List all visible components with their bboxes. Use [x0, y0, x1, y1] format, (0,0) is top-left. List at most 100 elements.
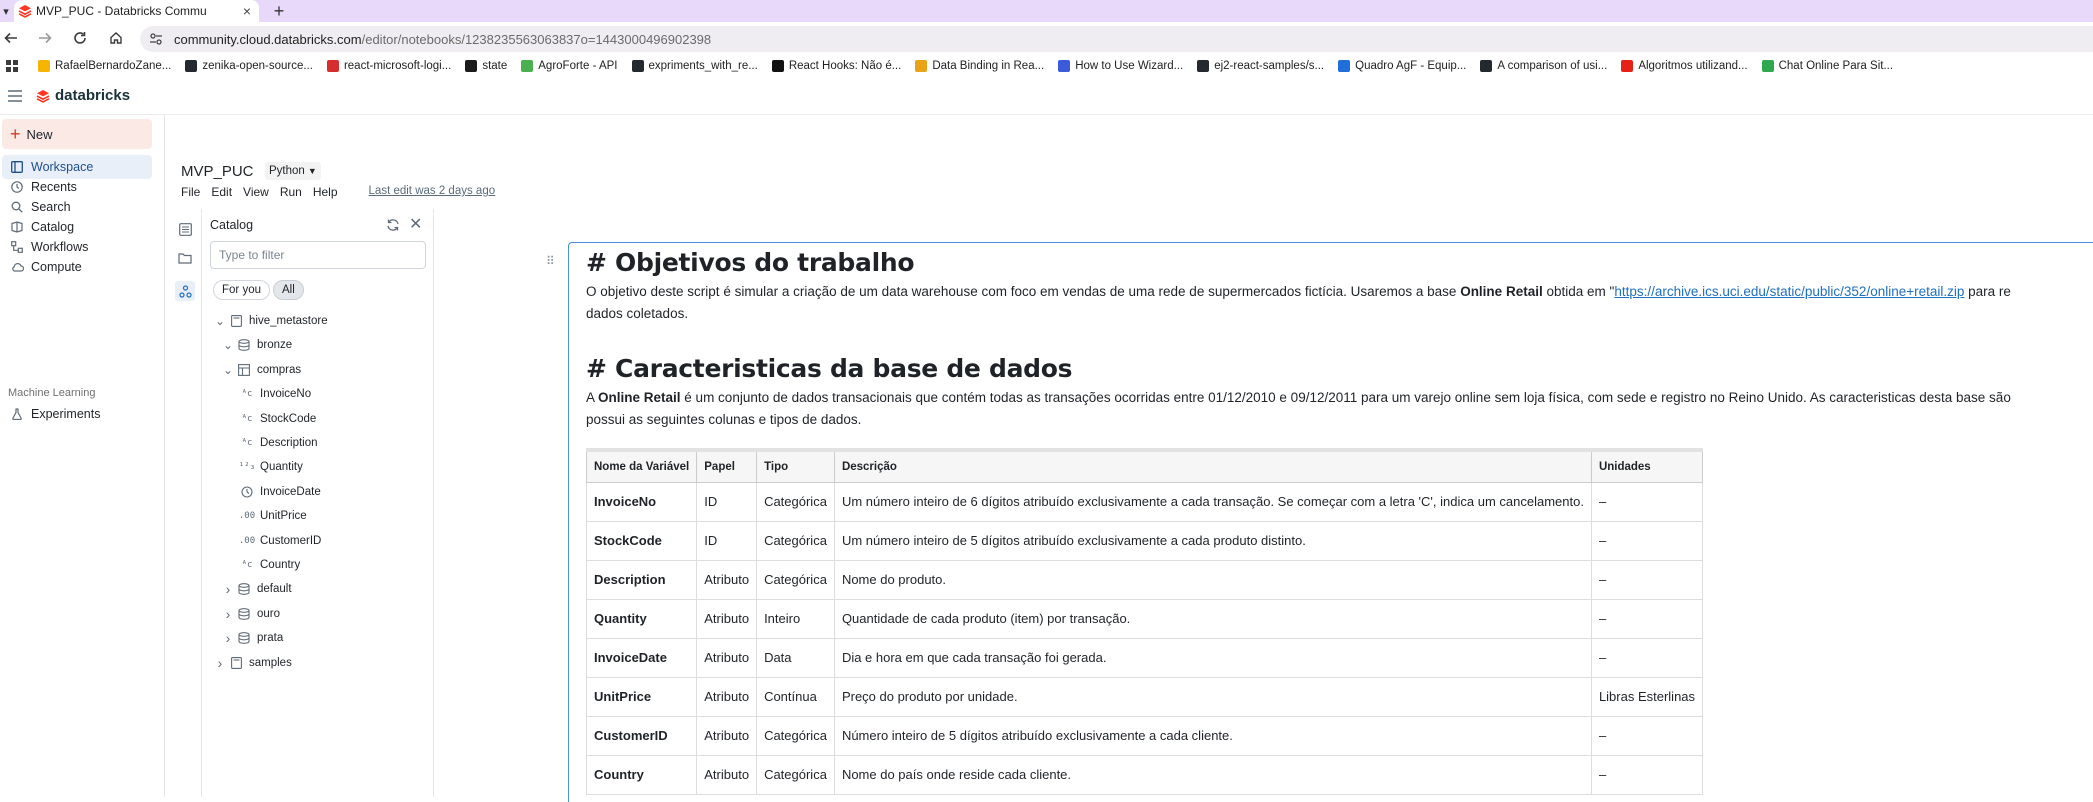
left-navigation: + New Workspace Recents Search Catalog W…: [0, 115, 165, 797]
table-cell: Inteiro: [756, 598, 835, 639]
dataset-link[interactable]: https://archive.ics.uci.edu/static/publi…: [1614, 284, 1964, 299]
table-cell: Dia e hora em que cada transação foi ger…: [833, 637, 1592, 678]
tree-item-prata[interactable]: › prata: [222, 626, 284, 650]
tree-item-customerid[interactable]: .00 CustomerID: [239, 529, 321, 553]
chevron-right-icon[interactable]: ›: [222, 630, 234, 646]
bookmark-item[interactable]: ej2-react-samples/s...: [1197, 60, 1324, 72]
tree-item-invoicedate[interactable]: InvoiceDate: [240, 480, 321, 504]
tree-item-bronze[interactable]: ⌄ bronze: [222, 333, 292, 357]
bookmark-item[interactable]: state: [465, 60, 507, 72]
table-header-cell: Nome da Variável: [585, 448, 698, 483]
table-cell: –: [1590, 754, 1704, 795]
chevron-right-icon[interactable]: ›: [222, 606, 234, 622]
tree-item-label: StockCode: [260, 412, 317, 425]
databricks-favicon-icon: [18, 5, 32, 18]
bookmark-item[interactable]: expriments_with_re...: [631, 60, 758, 72]
catalog-filter-input[interactable]: [210, 241, 426, 269]
ml-section-header: Machine Learning: [8, 387, 96, 399]
back-arrow-icon[interactable]: [0, 27, 22, 49]
tree-item-samples[interactable]: › samples: [214, 651, 292, 675]
menu-help[interactable]: Help: [313, 185, 338, 199]
new-button[interactable]: + New: [2, 119, 152, 149]
bookmark-item[interactable]: Chat Online Para Sit...: [1761, 60, 1893, 72]
menu-edit[interactable]: Edit: [211, 185, 232, 199]
browser-tab[interactable]: MVP_PUC - Databricks Commu ×: [14, 0, 259, 22]
cell-paragraph-objetivos: O objetivo deste script é simular a cria…: [586, 281, 2093, 325]
tree-item-default[interactable]: › default: [222, 577, 292, 601]
bookmark-item[interactable]: AgroForte - API: [521, 60, 618, 72]
bookmark-item[interactable]: zenika-open-source...: [185, 60, 313, 72]
chevron-down-icon[interactable]: ⌄: [222, 363, 234, 377]
bookmark-item[interactable]: React Hooks: Não é...: [771, 60, 901, 72]
nav-item-compute[interactable]: Compute: [2, 255, 152, 279]
forward-arrow-icon[interactable]: [34, 27, 56, 49]
bookmark-item[interactable]: react-microsoft-logi...: [326, 60, 451, 72]
filter-pill-for-you[interactable]: For you: [213, 280, 270, 300]
refresh-icon[interactable]: [386, 218, 400, 232]
site-info-icon[interactable]: [148, 31, 164, 47]
bookmark-item[interactable]: Algoritmos utilizand...: [1621, 60, 1748, 72]
bookmark-item[interactable]: A comparison of usi...: [1480, 60, 1607, 72]
tab-search-chevron-icon[interactable]: ▾: [0, 0, 12, 22]
nav-item-experiments[interactable]: Experiments: [2, 402, 152, 426]
paragraph-text: A: [586, 390, 599, 405]
filter-pill-all[interactable]: All: [273, 280, 304, 300]
bookmark-item[interactable]: Data Binding in Rea...: [915, 60, 1044, 72]
tree-item-label: bronze: [257, 339, 293, 352]
tree-item-ouro[interactable]: › ouro: [222, 602, 280, 626]
menu-run[interactable]: Run: [280, 185, 302, 199]
close-tab-icon[interactable]: ×: [243, 3, 251, 19]
bookmark-item[interactable]: RafaelBernardoZane...: [38, 60, 171, 72]
markdown-cell[interactable]: # Objetivos do trabalho O objetivo deste…: [568, 242, 2093, 802]
last-edit-link[interactable]: Last edit was 2 days ago: [369, 185, 496, 199]
bookmark-favicon-icon: [326, 60, 339, 72]
language-selector[interactable]: Python ▼: [265, 162, 321, 180]
tree-item-quantity[interactable]: ¹²₃ Quantity: [239, 455, 303, 479]
table-cell: Um número inteiro de 6 dígitos atribuído…: [833, 481, 1592, 522]
bookmark-label: expriments_with_re...: [648, 60, 758, 72]
tree-item-label: InvoiceDate: [260, 485, 321, 498]
reload-icon[interactable]: [69, 27, 91, 49]
bookmark-favicon-icon: [915, 60, 928, 72]
menu-view[interactable]: View: [243, 185, 269, 199]
chevron-right-icon[interactable]: ›: [222, 581, 234, 597]
drag-handle-icon[interactable]: ⠿: [546, 254, 555, 268]
folder-icon[interactable]: [175, 248, 195, 268]
tree-item-invoiceno[interactable]: ᴬc InvoiceNo: [240, 382, 312, 406]
chevron-down-icon[interactable]: ⌄: [214, 314, 226, 328]
tree-item-compras[interactable]: ⌄ compras: [222, 358, 301, 382]
hamburger-menu-icon[interactable]: [7, 88, 23, 104]
tree-item-unitprice[interactable]: .00 UnitPrice: [239, 504, 307, 528]
table-cell: Libras Esterlinas: [1590, 676, 1704, 717]
bookmark-item[interactable]: How to Use Wizard...: [1058, 60, 1183, 72]
tree-item-hive_metastore[interactable]: ⌄ hive_metastore: [214, 309, 328, 333]
table-of-contents-icon[interactable]: [175, 219, 195, 239]
catalog-icon: [10, 220, 24, 234]
tree-item-description[interactable]: ᴬc Description: [240, 431, 318, 455]
language-label: Python: [269, 165, 305, 177]
databricks-logo[interactable]: databricks: [36, 87, 130, 104]
chevron-right-icon[interactable]: ›: [214, 655, 226, 671]
data-catalog-icon[interactable]: [175, 281, 195, 301]
table-row: Country Atributo Categórica Nome do país on…: [585, 754, 1704, 795]
nav-label: Search: [31, 200, 71, 214]
home-icon[interactable]: [105, 27, 127, 49]
nav-label: Recents: [31, 180, 77, 194]
notebook-title[interactable]: MVP_PUC: [181, 163, 254, 180]
tree-item-country[interactable]: ᴬc Country: [240, 553, 301, 577]
chevron-down-icon[interactable]: ⌄: [222, 338, 234, 352]
table-cell: Categórica: [756, 481, 835, 522]
bookmark-label: A comparison of usi...: [1497, 60, 1608, 72]
table-cell: InvoiceNo: [585, 481, 698, 522]
bookmark-item[interactable]: Quadro AgF - Equip...: [1338, 60, 1466, 72]
new-tab-button[interactable]: +: [268, 0, 290, 22]
bookmark-label: ej2-react-samples/s...: [1214, 60, 1325, 72]
apps-grid-icon[interactable]: [6, 60, 18, 72]
close-icon[interactable]: ✕: [409, 217, 422, 233]
paragraph-bold: Online Retail: [598, 390, 681, 405]
address-bar[interactable]: community.cloud.databricks.com/editor/no…: [140, 26, 2093, 52]
menu-file[interactable]: File: [181, 185, 200, 199]
tree-item-label: Description: [260, 437, 318, 449]
tree-item-stockcode[interactable]: ᴬc StockCode: [240, 407, 317, 431]
table-cell: –: [1590, 559, 1704, 600]
